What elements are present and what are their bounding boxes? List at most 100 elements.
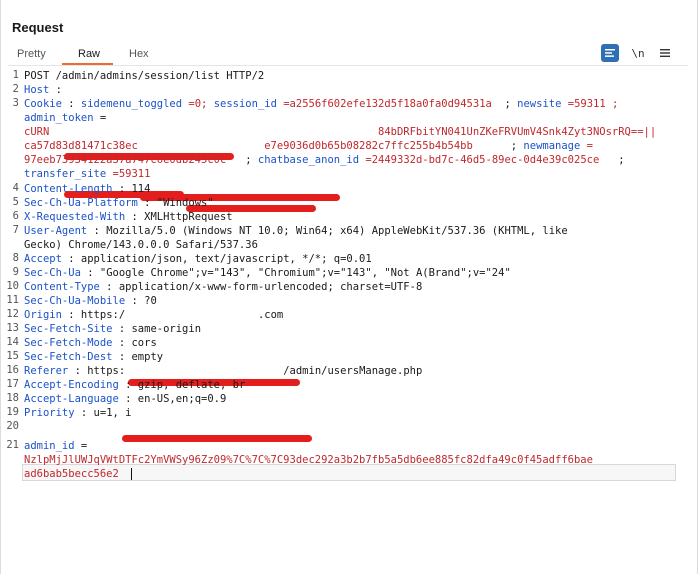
panel-title: Request: [12, 20, 64, 35]
header-user-agent: User-Agent : Mozilla/5.0 (Windows NT 10.…: [24, 225, 568, 237]
header-sec-ch-ua-mobile: Sec-Ch-Ua-Mobile : ?0: [24, 295, 157, 307]
header-value: /admin/usersManage.php: [283, 365, 423, 377]
equals-sign: =: [93, 112, 107, 124]
header-key: Referer: [24, 365, 69, 377]
header-value: same-origin: [131, 323, 202, 335]
header-value: "Windows": [156, 197, 214, 209]
hamburger-icon: [660, 49, 670, 57]
cookie-continuation: admin_token =: [24, 111, 106, 125]
body-param: admin_id =: [24, 439, 87, 453]
line-number: 13: [6, 322, 19, 334]
cookie-value: =0;: [188, 98, 208, 110]
line-number: 5: [12, 196, 19, 208]
cookie-name: admin_token: [24, 112, 94, 124]
line-number: 16: [6, 364, 19, 376]
header-value: Mozilla/5.0 (Windows NT 10.0; Win64; x64…: [106, 225, 568, 237]
line-number: 8: [12, 252, 19, 264]
header-key: Sec-Fetch-Mode: [24, 337, 113, 349]
cookie-value: =59311: [112, 168, 151, 180]
header-key: Sec-Fetch-Site: [24, 323, 113, 335]
header-value: cors: [131, 337, 157, 349]
cookie-name: chatbase_anon_id: [257, 154, 360, 166]
header-referer: Referer : https: /admin/usersManage.php: [24, 365, 423, 377]
header-key: Priority: [24, 407, 75, 419]
body-param-value: NzlpMjJlUWJqVWtDTFc2YmVWSy96Zz09%7C%7C%7…: [24, 453, 593, 467]
header-key: X-Requested-With: [24, 211, 126, 223]
header-sec-fetch-dest: Sec-Fetch-Dest : empty: [24, 351, 164, 363]
tab-hex[interactable]: Hex: [129, 48, 149, 60]
header-accept-encoding: Accept-Encoding : gzip, deflate, br: [24, 379, 246, 391]
line-number: 1: [12, 69, 19, 81]
header-key: Sec-Fetch-Dest: [24, 351, 113, 363]
cookie-name: session_id: [213, 98, 277, 110]
header-value: application/x-www-form-urlencoded; chars…: [118, 281, 423, 293]
tab-pretty[interactable]: Pretty: [17, 48, 46, 60]
header-value: ?0: [144, 295, 157, 307]
line-number: 15: [6, 350, 19, 362]
header-key: Cookie: [24, 98, 62, 110]
pretty-print-button[interactable]: [601, 44, 619, 62]
cookie-value: =a2556f602efe132d5f18a0fa0d94531a: [283, 98, 492, 110]
header-x-requested-with: X-Requested-With : XMLHttpRequest: [24, 211, 233, 223]
header-sec-fetch-site: Sec-Fetch-Site : same-origin: [24, 323, 202, 335]
cookie-value: =59311 ;: [567, 98, 619, 110]
cookie-name: transfer_site: [24, 168, 107, 180]
line-number: 4: [12, 182, 19, 194]
tab-raw[interactable]: Raw: [78, 48, 100, 60]
param-name: admin_id: [24, 440, 75, 452]
body-param-value: ad6bab5becc56e2: [24, 467, 119, 481]
header-key: User-Agent: [24, 225, 88, 237]
cookie-name: sidemenu_toggled: [80, 98, 183, 110]
cookie-continuation: ca57d83d81471c38ec e7e9036d0b65b08282c7f…: [24, 140, 593, 152]
header-key: Accept: [24, 253, 62, 265]
header-key: Sec-Ch-Ua-Mobile: [24, 295, 126, 307]
header-key: Sec-Ch-Ua: [24, 267, 81, 279]
line-number: 7: [12, 224, 19, 236]
header-value: 114: [131, 183, 151, 195]
header-origin: Origin : https:/ .com: [24, 309, 284, 321]
cookie-value: =2449332d-bd7c-46d5-89ec-0d4e39c025ce: [365, 154, 600, 166]
line-number: 3: [12, 97, 19, 109]
header-sec-ch-ua-platform: Sec-Ch-Ua-Platform : "Windows": [24, 197, 214, 209]
header-priority: Priority : u=1, i: [24, 407, 132, 419]
cookie-name: newmanage: [523, 140, 581, 152]
show-newlines-button[interactable]: \n: [630, 44, 646, 62]
text-caret: [131, 468, 132, 480]
param-value: NzlpMjJlUWJqVWtDTFc2YmVWSy96Zz09%7C%7C%7…: [24, 454, 593, 466]
header-key: Accept-Language: [24, 393, 119, 405]
header-content-type: Content-Type : application/x-www-form-ur…: [24, 281, 423, 293]
cookie-continuation: 97eeb73934122a37a747c6e0db245c0c ; chatb…: [24, 154, 625, 166]
cookie-value: ca57d83d81471c38ec e7e9036d0b65b08282c7f…: [24, 140, 473, 152]
header-value: en-US,en;q=0.9: [137, 393, 227, 405]
line-number: 14: [6, 336, 19, 348]
line-number: 11: [6, 294, 19, 306]
list-icon: [605, 49, 615, 57]
header-accept: Accept : application/json, text/javascri…: [24, 253, 372, 265]
header-key: Content-Type: [24, 281, 100, 293]
header-value: application/json, text/javascript, */*; …: [80, 253, 372, 265]
header-user-agent-cont: Gecko) Chrome/143.0.0.0 Safari/537.36: [24, 239, 258, 251]
header-key: Accept-Encoding: [24, 379, 119, 391]
line-number: 17: [6, 378, 19, 390]
header-cookie: Cookie : sidemenu_toggled =0; session_id…: [24, 98, 619, 110]
cookie-continuation: cURN 84bDRFbitYN041UnZKeFRVUmV4Snk4Zyt3N…: [24, 125, 656, 139]
cookie-value: =: [586, 140, 593, 152]
equals-sign: =: [74, 440, 88, 452]
header-accept-language: Accept-Language : en-US,en;q=0.9: [24, 393, 227, 405]
header-value: gzip, deflate, br: [137, 379, 246, 391]
line-number: 2: [12, 83, 19, 95]
line-number: 19: [6, 406, 19, 418]
line-number: 12: [6, 308, 19, 320]
header-key: Content-Length: [24, 183, 113, 195]
header-key: Sec-Ch-Ua-Platform: [24, 197, 138, 209]
header-value: "Google Chrome";v="143", "Chromium";v="1…: [99, 267, 511, 279]
line-number: 10: [6, 280, 19, 292]
header-value: XMLHttpRequest: [144, 211, 233, 223]
header-content-length: Content-Length : 114: [24, 183, 151, 195]
request-editor[interactable]: 1 2 3 4 5 6 7 8 9 10 11 12 13 14 15 16 1…: [0, 66, 697, 486]
header-value: https:/: [80, 309, 126, 321]
header-value: https:: [87, 365, 126, 377]
cookie-continuation: transfer_site =59311: [24, 167, 150, 181]
menu-button[interactable]: [658, 44, 672, 62]
cookie-name: newsite: [517, 98, 562, 110]
